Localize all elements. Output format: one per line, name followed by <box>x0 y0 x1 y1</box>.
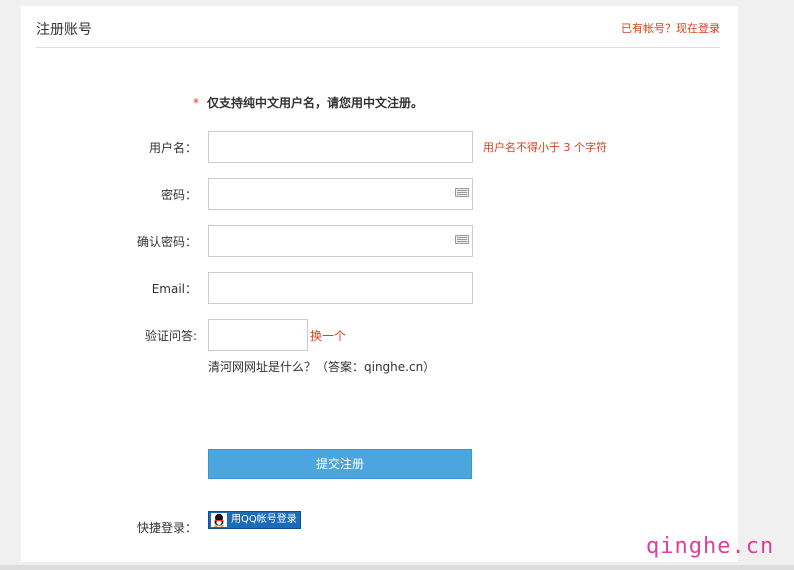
required-star: * <box>193 96 199 110</box>
email-label: Email： <box>151 282 197 296</box>
qq-login-label: 用QQ帐号登录 <box>231 514 297 525</box>
panel-header: 注册账号 已有帐号？现在登录 <box>36 6 720 48</box>
captcha-refresh-link[interactable]: 换一个 <box>310 327 346 344</box>
login-link[interactable]: 已有帐号？现在登录 <box>621 20 720 36</box>
keyboard-icon[interactable] <box>455 235 469 244</box>
password-label: 密码： <box>160 188 197 202</box>
submit-register-button[interactable]: 提交注册 <box>208 449 472 479</box>
username-input[interactable] <box>208 131 473 163</box>
password-input[interactable] <box>208 178 473 210</box>
keyboard-icon[interactable] <box>455 188 469 197</box>
confirm-password-input[interactable] <box>208 225 473 257</box>
username-hint: 用户名不得小于 3 个字符 <box>483 141 607 154</box>
email-input[interactable] <box>208 272 473 304</box>
username-notice: * 仅支持纯中文用户名，请您用中文注册。 <box>193 94 423 111</box>
quick-login-label: 快捷登录： <box>136 521 197 535</box>
username-label: 用户名： <box>148 141 197 155</box>
bottom-divider <box>0 565 794 570</box>
watermark: qinghe.cn <box>646 534 775 559</box>
captcha-label: 验证问答: <box>144 329 197 343</box>
captcha-question: 清河网网址是什么？（答案：qinghe.cn） <box>208 360 436 374</box>
qq-login-button[interactable]: 用QQ帐号登录 <box>208 511 301 529</box>
register-panel: 注册账号 已有帐号？现在登录 * 仅支持纯中文用户名，请您用中文注册。 用户名： … <box>21 6 738 562</box>
page-title: 注册账号 <box>36 22 92 38</box>
notice-text: 仅支持纯中文用户名，请您用中文注册。 <box>207 96 424 110</box>
confirm-password-label: 确认密码： <box>136 235 197 249</box>
captcha-input[interactable] <box>208 319 308 351</box>
qq-penguin-icon <box>211 513 227 527</box>
